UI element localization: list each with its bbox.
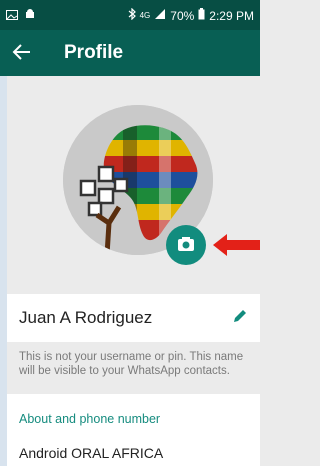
change-photo-button[interactable]: [166, 225, 206, 265]
clock: 2:29 PM: [209, 8, 254, 23]
image-notification-icon: [6, 9, 18, 23]
name-row[interactable]: Juan A Rodriguez: [7, 294, 260, 342]
back-arrow-icon[interactable]: [12, 42, 34, 64]
status-left-icons: [6, 8, 36, 23]
status-bar: 4G 70% 2:29 PM: [0, 0, 260, 30]
about-value[interactable]: Android ORAL AFRICA: [19, 445, 163, 461]
name-info-text: This is not your username or pin. This n…: [19, 351, 244, 377]
battery-percent: 70%: [170, 8, 195, 23]
app-bar: Profile: [0, 30, 260, 76]
android-notification-icon: [24, 8, 36, 23]
network-type-label: 4G: [139, 11, 151, 20]
battery-icon: [198, 8, 205, 23]
status-right-icons: 4G 70% 2:29 PM: [128, 7, 254, 23]
left-edge-strip: [0, 76, 7, 466]
page-title: Profile: [64, 42, 124, 63]
profile-name: Juan A Rodriguez: [19, 308, 153, 327]
about-header: About and phone number: [19, 412, 161, 426]
name-info-note: This is not your username or pin. This n…: [7, 342, 260, 394]
signal-icon: [154, 8, 166, 23]
red-arrow-annotation: [213, 234, 260, 256]
profile-photo-section: [7, 76, 260, 294]
camera-icon: [178, 237, 194, 251]
pencil-icon[interactable]: [230, 306, 250, 326]
bluetooth-icon: [128, 7, 136, 23]
about-section: About and phone number Android ORAL AFRI…: [7, 394, 260, 466]
